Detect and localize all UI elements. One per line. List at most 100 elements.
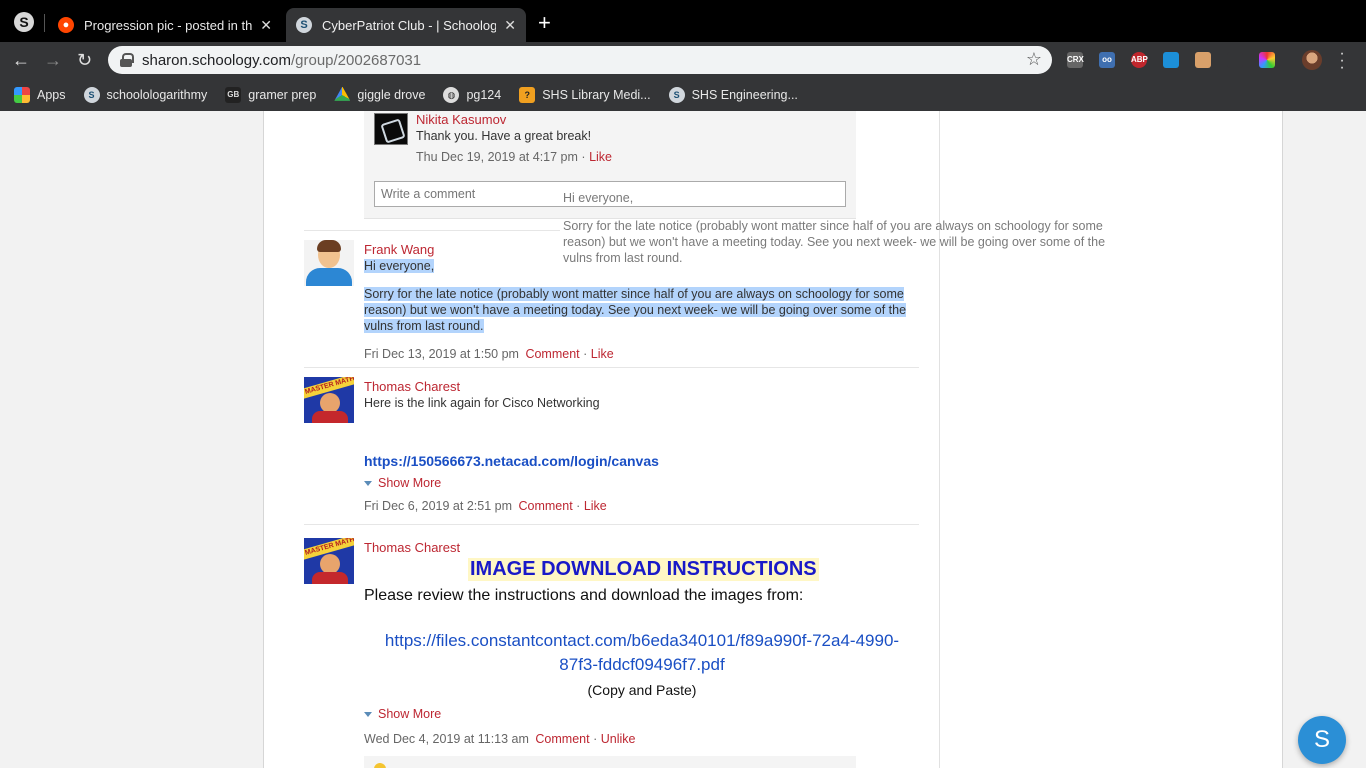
comment-author[interactable]: Nikita Kasumov xyxy=(416,112,506,127)
like-link[interactable]: Like xyxy=(584,499,607,513)
apps-grid-icon xyxy=(14,86,30,103)
close-icon[interactable]: ✕ xyxy=(504,17,516,34)
comment-meta: Thu Dec 19, 2019 at 4:17 pm · Like xyxy=(416,150,612,164)
bookmark-pg124[interactable]: ◍ pg124 xyxy=(443,86,502,103)
avatar-body xyxy=(306,268,352,286)
library-icon: ? xyxy=(519,86,536,103)
bookmark-label: schoolologarithmy xyxy=(106,87,208,102)
post: Thomas Charest Here is the link again fo… xyxy=(364,379,924,513)
adblock-extension-icon[interactable]: ABP xyxy=(1131,52,1148,68)
bookmark-gramer-prep[interactable]: GB gramer prep xyxy=(225,86,317,103)
tab-title: Progression pic - posted in the xyxy=(84,17,253,33)
schoology-icon: S xyxy=(668,86,685,103)
tab-reddit[interactable]: ● Progression pic - posted in the ✕ xyxy=(48,8,282,42)
post-meta: Fri Dec 6, 2019 at 2:51 pm Comment · Lik… xyxy=(364,499,924,513)
separator: · xyxy=(576,499,581,513)
right-column-divider xyxy=(939,111,940,768)
tab-schoology[interactable]: S CyberPatriot Club - | Schoolog ✕ xyxy=(286,8,526,42)
bookmark-label: gramer prep xyxy=(248,87,317,102)
bookmark-apps[interactable]: Apps xyxy=(14,86,66,103)
drag-ghost-text: vulns from last round. xyxy=(563,251,683,265)
crx-extension-icon[interactable]: CRX xyxy=(1067,52,1084,68)
page-viewport: Nikita Kasumov Thank you. Have a great b… xyxy=(0,111,1366,768)
timestamp: Wed Dec 4, 2019 at 11:13 am xyxy=(364,732,529,746)
avatar-face xyxy=(320,393,340,413)
close-icon[interactable]: ✕ xyxy=(260,17,272,34)
post-author[interactable]: Thomas Charest xyxy=(364,379,924,394)
post-text: Please review the instructions and downl… xyxy=(364,587,804,604)
like-link[interactable]: Like xyxy=(589,150,612,164)
reddit-icon: ● xyxy=(58,17,74,33)
post-heading: IMAGE DOWNLOAD INSTRUCTIONS xyxy=(468,558,819,581)
unlike-link[interactable]: Unlike xyxy=(601,732,636,746)
separator: · xyxy=(593,732,598,746)
comment-link[interactable]: Comment xyxy=(535,732,589,746)
extension-icon[interactable] xyxy=(1195,52,1211,68)
post-link[interactable]: https://files.constantcontact.com/b6eda3… xyxy=(364,631,920,675)
post-meta: Wed Dec 4, 2019 at 11:13 am Comment · Un… xyxy=(364,732,635,746)
gb-icon: GB xyxy=(225,86,242,103)
bookmark-schoolologarithmy[interactable]: S schoolologarithmy xyxy=(83,86,208,103)
comment-link[interactable]: Comment xyxy=(518,499,572,513)
address-bar[interactable]: sharon.schoology.com/group/2002687031 ☆ xyxy=(108,46,1052,74)
show-more-toggle[interactable]: Show More xyxy=(364,707,441,721)
profile-avatar[interactable] xyxy=(1302,50,1322,70)
comment-thread-peek xyxy=(364,756,856,768)
avatar[interactable]: MASTER MATH xyxy=(304,377,354,423)
show-more-label: Show More xyxy=(378,707,442,721)
caret-down-icon xyxy=(364,711,372,717)
menu-dots-icon[interactable]: · · · xyxy=(1339,46,1345,76)
bookmark-shs-library[interactable]: ? SHS Library Medi... xyxy=(519,86,651,103)
google-drive-icon xyxy=(334,86,351,101)
timestamp: Fri Dec 13, 2019 at 1:50 pm xyxy=(364,347,519,361)
schoology-icon: S xyxy=(83,86,100,103)
extension-icon[interactable] xyxy=(1259,52,1275,68)
reload-icon[interactable]: ↻ xyxy=(77,49,92,71)
bookmark-label: pg124 xyxy=(466,87,502,102)
forward-arrow-icon[interactable]: → xyxy=(44,49,62,71)
bookmark-giggle-drove[interactable]: giggle drove xyxy=(334,86,426,103)
lock-icon xyxy=(120,53,134,67)
post-link-line[interactable]: 87f3-fddcf09496f7.pdf xyxy=(364,655,920,675)
post-link[interactable]: https://150566673.netacad.com/login/canv… xyxy=(364,453,924,469)
drag-ghost-text: Sorry for the late notice (probably wont… xyxy=(563,219,1103,233)
extension-icon[interactable] xyxy=(1163,52,1179,68)
back-arrow-icon[interactable]: ← xyxy=(12,49,30,71)
avatar[interactable] xyxy=(374,113,408,145)
bookmark-label: SHS Library Medi... xyxy=(542,87,651,102)
post-divider xyxy=(304,367,919,368)
timestamp: Thu Dec 19, 2019 at 4:17 pm xyxy=(416,150,578,164)
post-author[interactable]: Thomas Charest xyxy=(364,540,924,555)
avatar[interactable]: MASTER MATH xyxy=(304,538,354,584)
show-more-label: Show More xyxy=(378,476,442,490)
post-link-line[interactable]: https://files.constantcontact.com/b6eda3… xyxy=(364,631,920,651)
bookmark-star-icon[interactable]: ☆ xyxy=(1026,49,1042,70)
tab-separator xyxy=(44,14,45,32)
bookmark-shs-engineering[interactable]: S SHS Engineering... xyxy=(668,86,798,103)
tab-strip: S ● Progression pic - posted in the ✕ S … xyxy=(0,0,1366,42)
schoology-chat-button[interactable]: S xyxy=(1298,716,1346,764)
url-host: sharon.schoology.com xyxy=(142,51,291,69)
like-link[interactable]: Like xyxy=(591,347,614,361)
timestamp: Fri Dec 6, 2019 at 2:51 pm xyxy=(364,499,512,513)
browser-toolbar: ← → ↻ sharon.schoology.com/group/2002687… xyxy=(0,42,1366,78)
owl-extension-icon[interactable]: oo xyxy=(1099,52,1115,68)
comment-link[interactable]: Comment xyxy=(525,347,579,361)
post-divider xyxy=(304,524,919,525)
tab-title: CyberPatriot Club - | Schoolog xyxy=(322,17,497,33)
bookmark-label: SHS Engineering... xyxy=(691,87,798,102)
bookmark-label: giggle drove xyxy=(357,87,426,102)
show-more-toggle[interactable]: Show More xyxy=(364,476,924,490)
new-tab-button[interactable]: + xyxy=(538,12,551,34)
globe-icon: ◍ xyxy=(443,86,460,103)
avatar-shirt xyxy=(312,411,348,423)
caret-down-icon xyxy=(364,480,372,486)
extension-icon[interactable] xyxy=(1227,52,1243,68)
schoology-home-icon[interactable]: S xyxy=(14,12,34,32)
avatar[interactable] xyxy=(304,240,354,286)
comment-text: Thank you. Have a great break! xyxy=(416,129,592,143)
post-note: (Copy and Paste) xyxy=(587,682,697,698)
drag-ghost-text: reason) but we won't have a meeting toda… xyxy=(563,235,1106,249)
post-body: Sorry for the late notice (probably wont… xyxy=(364,287,907,333)
post: Thomas Charest xyxy=(364,540,924,555)
